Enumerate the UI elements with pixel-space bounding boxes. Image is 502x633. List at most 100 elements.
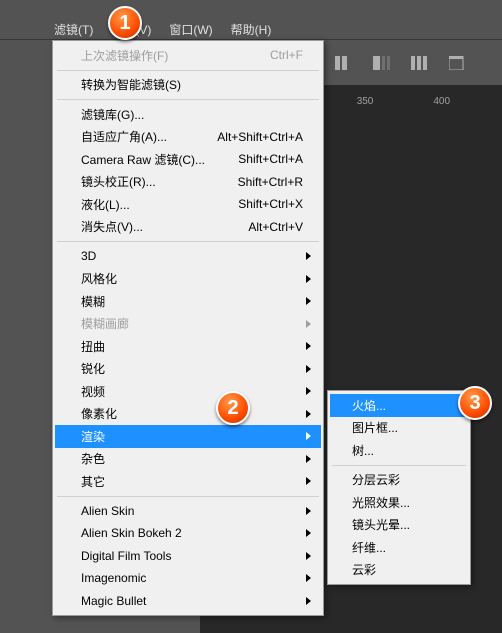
menu-separator bbox=[57, 70, 319, 71]
menu-shortcut: Shift+Ctrl+R bbox=[238, 175, 303, 189]
toolbar-panel-icons bbox=[335, 56, 467, 70]
submenu-arrow-icon bbox=[306, 252, 311, 260]
menu-label: 扭曲 bbox=[81, 338, 303, 355]
panel-icon-2[interactable] bbox=[373, 56, 391, 70]
submenu-arrow-icon bbox=[306, 529, 311, 537]
menu-label: 光照效果... bbox=[352, 494, 456, 511]
submenu-item-tree[interactable]: 树... bbox=[330, 439, 468, 462]
submenu-arrow-icon bbox=[306, 365, 311, 373]
menu-label: 模糊 bbox=[81, 293, 303, 310]
filter-menu-dropdown: 上次滤镜操作(F) Ctrl+F 转换为智能滤镜(S) 滤镜库(G)... 自适… bbox=[52, 40, 324, 616]
menu-label: 视频 bbox=[81, 383, 303, 400]
menu-item-pixelate[interactable]: 像素化 bbox=[55, 403, 321, 426]
menu-shortcut: Ctrl+F bbox=[270, 48, 303, 62]
submenu-arrow-icon bbox=[306, 275, 311, 283]
menu-label: Alien Skin bbox=[81, 504, 303, 518]
menu-shortcut: Alt+Shift+Ctrl+A bbox=[217, 130, 303, 144]
menu-item-liquify[interactable]: 液化(L)... Shift+Ctrl+X bbox=[55, 193, 321, 216]
menu-separator bbox=[57, 241, 319, 242]
menu-item-magic-bullet[interactable]: Magic Bullet bbox=[55, 590, 321, 613]
panel-icon-1[interactable] bbox=[335, 56, 353, 70]
menu-item-digital-film-tools[interactable]: Digital Film Tools bbox=[55, 545, 321, 568]
menu-filter[interactable]: 滤镜(T) bbox=[54, 20, 93, 40]
menu-item-filter-gallery[interactable]: 滤镜库(G)... bbox=[55, 103, 321, 126]
menu-label: 风格化 bbox=[81, 270, 303, 287]
menu-label: 树... bbox=[352, 442, 456, 459]
submenu-item-difference-clouds[interactable]: 分层云彩 bbox=[330, 469, 468, 492]
menu-item-video[interactable]: 视频 bbox=[55, 380, 321, 403]
menu-label: Camera Raw 滤镜(C)... bbox=[81, 151, 238, 168]
menu-label: 上次滤镜操作(F) bbox=[81, 47, 270, 64]
annotation-badge-3: 3 bbox=[458, 386, 492, 420]
render-submenu: 火焰... 图片框... 树... 分层云彩 光照效果... 镜头光晕... 纤… bbox=[327, 390, 471, 585]
submenu-arrow-icon bbox=[306, 477, 311, 485]
menu-label: Digital Film Tools bbox=[81, 549, 303, 563]
submenu-item-fibers[interactable]: 纤维... bbox=[330, 536, 468, 559]
menu-label: 云彩 bbox=[352, 561, 456, 578]
menu-item-alien-skin-bokeh[interactable]: Alien Skin Bokeh 2 bbox=[55, 522, 321, 545]
menu-label: Magic Bullet bbox=[81, 594, 303, 608]
panel-icon-4[interactable] bbox=[449, 56, 467, 70]
menu-item-3d[interactable]: 3D bbox=[55, 245, 321, 268]
menu-label: 渲染 bbox=[81, 428, 303, 445]
menu-shortcut: Alt+Ctrl+V bbox=[248, 220, 303, 234]
menu-item-convert-smart[interactable]: 转换为智能滤镜(S) bbox=[55, 74, 321, 97]
menu-item-render[interactable]: 渲染 bbox=[55, 425, 321, 448]
menu-label: Alien Skin Bokeh 2 bbox=[81, 526, 303, 540]
menu-label: 消失点(V)... bbox=[81, 218, 248, 235]
menu-item-distort[interactable]: 扭曲 bbox=[55, 335, 321, 358]
menu-separator bbox=[57, 99, 319, 100]
submenu-item-flame[interactable]: 火焰... bbox=[330, 394, 468, 417]
ruler-tick: 400 bbox=[433, 96, 450, 107]
menu-label: 分层云彩 bbox=[352, 471, 456, 488]
menu-item-alien-skin[interactable]: Alien Skin bbox=[55, 500, 321, 523]
annotation-badge-1: 1 bbox=[108, 6, 142, 40]
menubar: 滤镜(T) 视图(V) 窗口(W) 帮助(H) bbox=[0, 20, 502, 40]
menu-item-stylize[interactable]: 风格化 bbox=[55, 268, 321, 291]
submenu-arrow-icon bbox=[306, 597, 311, 605]
menu-item-noise[interactable]: 杂色 bbox=[55, 448, 321, 471]
menu-item-blur[interactable]: 模糊 bbox=[55, 290, 321, 313]
panel-icon-3[interactable] bbox=[411, 56, 429, 70]
menu-label: 液化(L)... bbox=[81, 196, 238, 213]
submenu-arrow-icon bbox=[306, 342, 311, 350]
menu-item-camera-raw[interactable]: Camera Raw 滤镜(C)... Shift+Ctrl+A bbox=[55, 148, 321, 171]
menu-shortcut: Shift+Ctrl+A bbox=[238, 152, 303, 166]
menu-label: 滤镜库(G)... bbox=[81, 106, 303, 123]
menu-label: 模糊画廊 bbox=[81, 315, 303, 332]
submenu-arrow-icon bbox=[306, 455, 311, 463]
annotation-badge-2: 2 bbox=[216, 391, 250, 425]
submenu-arrow-icon bbox=[306, 320, 311, 328]
submenu-item-lens-flare[interactable]: 镜头光晕... bbox=[330, 514, 468, 537]
submenu-arrow-icon bbox=[306, 387, 311, 395]
menu-label: Imagenomic bbox=[81, 571, 303, 585]
menu-label: 自适应广角(A)... bbox=[81, 128, 217, 145]
menu-separator bbox=[332, 465, 466, 466]
menu-label: 像素化 bbox=[81, 405, 303, 422]
submenu-arrow-icon bbox=[306, 410, 311, 418]
menu-item-other[interactable]: 其它 bbox=[55, 470, 321, 493]
menu-label: 纤维... bbox=[352, 539, 456, 556]
menu-window[interactable]: 窗口(W) bbox=[169, 20, 212, 40]
menu-item-last-filter: 上次滤镜操作(F) Ctrl+F bbox=[55, 44, 321, 67]
menu-item-vanishing-point[interactable]: 消失点(V)... Alt+Ctrl+V bbox=[55, 216, 321, 239]
menu-label: 其它 bbox=[81, 473, 303, 490]
menu-label: 火焰... bbox=[352, 397, 456, 414]
menu-item-sharpen[interactable]: 锐化 bbox=[55, 358, 321, 381]
menu-separator bbox=[57, 496, 319, 497]
menu-item-blur-gallery: 模糊画廊 bbox=[55, 313, 321, 336]
submenu-item-clouds[interactable]: 云彩 bbox=[330, 559, 468, 582]
ruler-tick: 350 bbox=[357, 96, 374, 107]
menu-item-imagenomic[interactable]: Imagenomic bbox=[55, 567, 321, 590]
submenu-arrow-icon bbox=[306, 507, 311, 515]
menu-help[interactable]: 帮助(H) bbox=[231, 20, 272, 40]
menu-item-adaptive-wide-angle[interactable]: 自适应广角(A)... Alt+Shift+Ctrl+A bbox=[55, 126, 321, 149]
submenu-item-lighting-effects[interactable]: 光照效果... bbox=[330, 491, 468, 514]
submenu-arrow-icon bbox=[306, 297, 311, 305]
submenu-item-picture-frame[interactable]: 图片框... bbox=[330, 417, 468, 440]
menu-item-lens-correction[interactable]: 镜头校正(R)... Shift+Ctrl+R bbox=[55, 171, 321, 194]
menu-label: 3D bbox=[81, 249, 303, 263]
menu-shortcut: Shift+Ctrl+X bbox=[238, 197, 303, 211]
menu-label: 镜头光晕... bbox=[352, 516, 456, 533]
menu-label: 杂色 bbox=[81, 450, 303, 467]
